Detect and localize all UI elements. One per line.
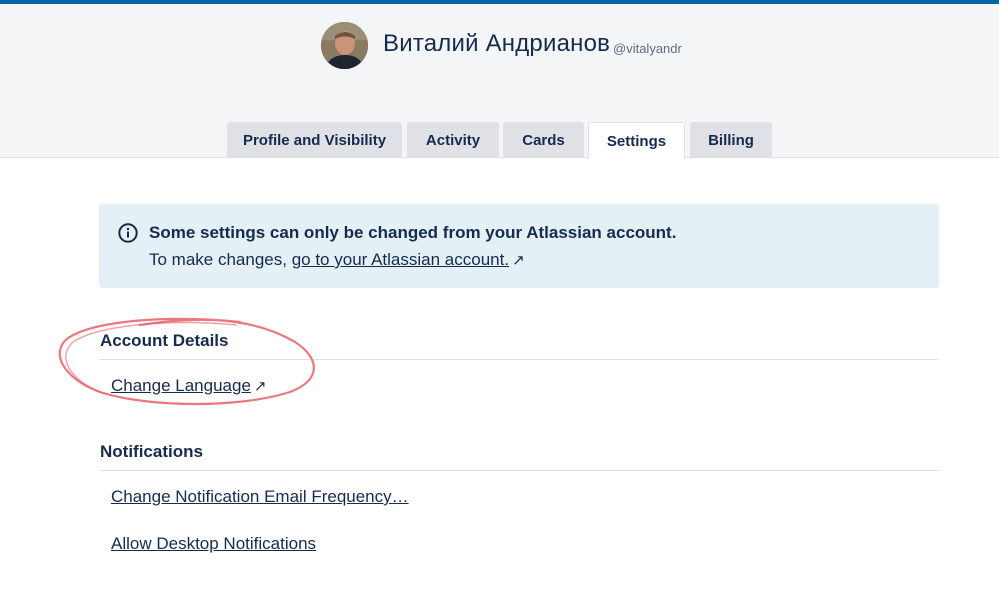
tab-bar: Profile and Visibility Activity Cards Se… xyxy=(0,122,999,159)
avatar[interactable] xyxy=(321,22,368,69)
external-link-icon: ↗ xyxy=(253,378,267,395)
banner-title: Some settings can only be changed from y… xyxy=(149,223,677,242)
tab-settings[interactable]: Settings xyxy=(588,122,685,159)
account-details-heading: Account Details xyxy=(100,331,229,350)
tab-cards[interactable]: Cards xyxy=(503,122,584,158)
tab-activity[interactable]: Activity xyxy=(407,122,499,158)
change-language-link[interactable]: Change Language ↗ xyxy=(111,376,267,396)
profile-name: Виталий Андрианов xyxy=(383,30,611,57)
change-notification-email-frequency-link[interactable]: Change Notification Email Frequency… xyxy=(111,487,409,507)
divider xyxy=(99,470,939,471)
tab-profile-and-visibility[interactable]: Profile and Visibility xyxy=(227,122,402,158)
banner-text: To make changes, go to your Atlassian ac… xyxy=(149,250,525,270)
allow-desktop-notifications-link[interactable]: Allow Desktop Notifications xyxy=(111,534,316,554)
profile-header: Виталий Андрианов @vitalyandr Profile an… xyxy=(0,4,999,159)
atlassian-account-link[interactable]: go to your Atlassian account. xyxy=(292,250,509,269)
info-banner: Some settings can only be changed from y… xyxy=(99,204,939,288)
info-icon xyxy=(118,223,138,243)
banner-text-prefix: To make changes, xyxy=(149,250,292,269)
change-language-label: Change Language xyxy=(111,376,251,395)
external-link-icon: ↗ xyxy=(512,252,525,269)
profile-username: @vitalyandr xyxy=(613,41,682,56)
notifications-heading: Notifications xyxy=(100,442,203,461)
divider xyxy=(99,359,939,360)
tab-billing[interactable]: Billing xyxy=(690,122,772,158)
